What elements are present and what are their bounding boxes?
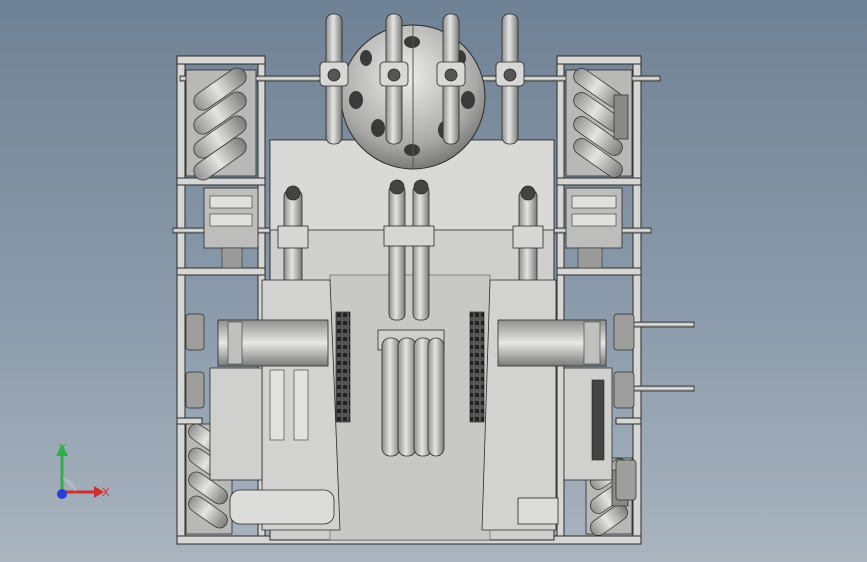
center-roller-stack bbox=[377, 329, 445, 457]
mecanum-wheel-front-left bbox=[185, 67, 257, 181]
mecanum-wheel-front-right bbox=[565, 68, 633, 178]
left-drive-motor bbox=[203, 187, 259, 269]
axis-triad: Y X bbox=[56, 442, 110, 499]
x-axis-label: X bbox=[102, 486, 110, 499]
y-axis-label: Y bbox=[58, 442, 66, 455]
intake-ball bbox=[340, 24, 486, 170]
right-drive-motor bbox=[565, 187, 623, 269]
z-axis-dot-icon bbox=[57, 489, 67, 499]
cad-viewport[interactable]: Y X bbox=[0, 0, 867, 562]
robot-assembly-model[interactable] bbox=[0, 0, 867, 562]
